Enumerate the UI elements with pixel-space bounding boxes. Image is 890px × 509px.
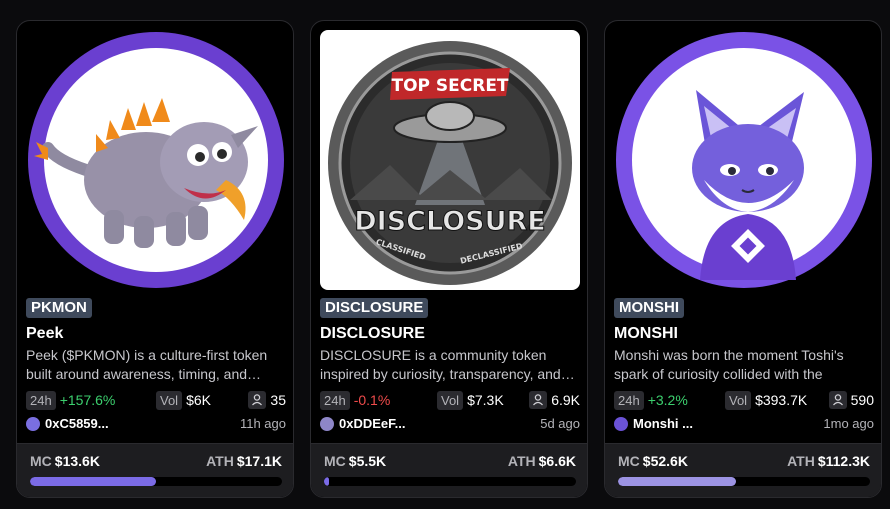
- market-cap: MC $13.6K: [30, 453, 100, 469]
- image-banner-text: TOP SECRET: [391, 76, 508, 96]
- market-cap: MC $5.5K: [324, 453, 386, 469]
- token-card[interactable]: MONSHI MONSHI Monshi was born the moment…: [604, 20, 882, 498]
- holders-value: 590: [850, 392, 874, 409]
- ath-label: ATH: [206, 453, 234, 469]
- token-stats: 24h +3.2% Vol $393.7K 590: [614, 391, 874, 411]
- image-main-text: DISCLOSURE: [354, 206, 546, 237]
- ath-value: $6.6K: [538, 453, 576, 469]
- token-card[interactable]: TOP SECRET DISCLOSURE CLASSIFIED DECLASS…: [310, 20, 588, 498]
- user-icon: [828, 391, 847, 410]
- avatar: [614, 417, 628, 431]
- ath-value: $112.3K: [817, 453, 870, 469]
- avatar: [26, 417, 40, 431]
- token-image: TOP SECRET DISCLOSURE CLASSIFIED DECLASS…: [320, 30, 580, 290]
- token-age: 5d ago: [540, 416, 580, 431]
- token-stats: 24h -0.1% Vol $7.3K 6.9K: [320, 391, 580, 411]
- user-icon: [248, 391, 267, 410]
- progress-fill: [324, 477, 330, 486]
- volume-value: $6K: [186, 392, 211, 408]
- avatar: [320, 417, 334, 431]
- volume-label: Vol: [156, 391, 183, 410]
- all-time-high: ATH $17.1K: [206, 453, 282, 469]
- volume: Vol $7.3K: [437, 391, 504, 410]
- token-image: [614, 30, 874, 290]
- token-age: 11h ago: [239, 416, 286, 431]
- market-cap: MC $52.6K: [618, 453, 688, 469]
- ath-value: $17.1K: [236, 453, 282, 469]
- holders-value: 35: [270, 392, 286, 409]
- holders: 35: [248, 391, 286, 410]
- token-card[interactable]: PKMON Peek Peek ($PKMON) is a culture-fi…: [16, 20, 294, 498]
- token-description: Peek ($PKMON) is a culture-first token b…: [26, 347, 268, 382]
- change-value: +3.2%: [647, 392, 688, 408]
- ticker-badge: MONSHI: [614, 298, 684, 318]
- holders-value: 6.9K: [551, 392, 580, 409]
- token-title[interactable]: DISCLOSURE: [320, 325, 425, 343]
- token-image: [26, 30, 286, 290]
- token-description: DISCLOSURE is a community token inspired…: [320, 347, 575, 382]
- market-cap-box: MC $5.5K ATH $6.6K: [311, 443, 587, 497]
- market-cap-box: MC $52.6K ATH $112.3K: [605, 443, 881, 497]
- creator-row[interactable]: 0xDDEeF... 5d ago: [320, 416, 580, 434]
- market-cap-box: MC $13.6K ATH $17.1K: [17, 443, 293, 497]
- creator-row[interactable]: Monshi ... 1mo ago: [614, 416, 874, 434]
- volume: Vol $393.7K: [725, 391, 807, 410]
- mc-value: $5.5K: [348, 453, 387, 469]
- ticker-badge: PKMON: [26, 298, 92, 318]
- change-label: 24h: [614, 391, 644, 410]
- mc-value: $13.6K: [54, 453, 100, 469]
- volume-value: $7.3K: [467, 392, 504, 408]
- creator-address[interactable]: 0xC5859...: [45, 416, 109, 431]
- creator-address[interactable]: Monshi ...: [633, 416, 693, 431]
- all-time-high: ATH $112.3K: [787, 453, 870, 469]
- progress-fill: [618, 477, 737, 486]
- all-time-high: ATH $6.6K: [508, 453, 576, 469]
- ufo-coin-icon: TOP SECRET DISCLOSURE CLASSIFIED DECLASS…: [320, 30, 580, 290]
- user-icon: [529, 391, 548, 410]
- volume: Vol $6K: [156, 391, 211, 410]
- mc-label: MC: [30, 453, 52, 469]
- token-stats: 24h +157.6% Vol $6K 35: [26, 391, 286, 411]
- ath-label: ATH: [787, 453, 815, 469]
- token-description: Monshi was born the moment Toshi's spark…: [614, 347, 844, 382]
- volume-value: $393.7K: [755, 392, 808, 408]
- mc-label: MC: [324, 453, 346, 469]
- token-age: 1mo ago: [823, 416, 874, 431]
- cat-mascot-icon: [614, 30, 874, 290]
- volume-label: Vol: [725, 391, 752, 410]
- change-label: 24h: [320, 391, 350, 410]
- creator-address[interactable]: 0xDDEeF...: [339, 416, 405, 431]
- progress-bar: [618, 477, 870, 486]
- token-title[interactable]: Peek: [26, 325, 63, 343]
- change-value: +157.6%: [59, 392, 116, 408]
- ticker-badge: DISCLOSURE: [320, 298, 429, 318]
- token-title[interactable]: MONSHI: [614, 325, 678, 343]
- change-label: 24h: [26, 391, 56, 410]
- mc-value: $52.6K: [642, 453, 688, 469]
- holders: 6.9K: [529, 391, 580, 410]
- mc-label: MC: [618, 453, 640, 469]
- progress-fill: [30, 477, 156, 486]
- creator-row[interactable]: 0xC5859... 11h ago: [26, 416, 286, 434]
- progress-bar: [30, 477, 282, 486]
- change-value: -0.1%: [353, 392, 391, 408]
- change-24h: 24h -0.1%: [320, 391, 390, 410]
- change-24h: 24h +157.6%: [26, 391, 115, 410]
- progress-bar: [324, 477, 576, 486]
- dinosaur-mascot-icon: [26, 30, 286, 290]
- change-24h: 24h +3.2%: [614, 391, 688, 410]
- volume-label: Vol: [437, 391, 464, 410]
- ath-label: ATH: [507, 453, 536, 469]
- holders: 590: [828, 391, 874, 410]
